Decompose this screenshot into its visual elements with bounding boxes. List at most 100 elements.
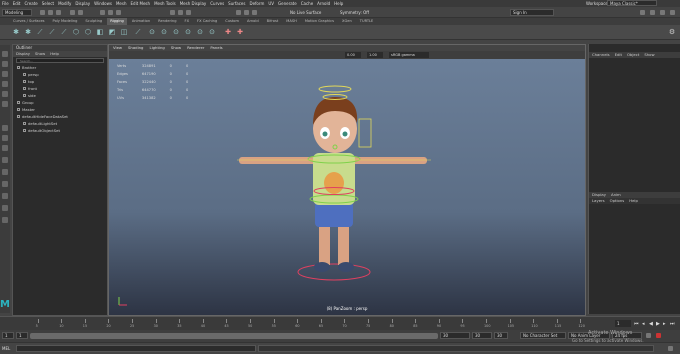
symmetry-label[interactable]: Symmetry: Off xyxy=(340,10,369,15)
constraint-point-icon[interactable]: ⊙ xyxy=(148,28,156,36)
outliner-item[interactable]: defaultHideFaceDataSet xyxy=(13,113,107,120)
workspace-select[interactable]: Maya Classic* xyxy=(607,0,657,6)
character-set-select[interactable]: No Character Set xyxy=(520,332,566,339)
orient-joint-icon[interactable]: ⟋ xyxy=(60,28,68,36)
script-language-label[interactable]: MEL xyxy=(2,346,10,351)
panel-toggle-2-icon[interactable] xyxy=(650,10,655,15)
menu-item-arnold[interactable]: Arnold xyxy=(317,1,330,6)
outliner-item[interactable]: Brother xyxy=(13,64,107,71)
range-bar[interactable] xyxy=(30,333,438,339)
outliner-item[interactable]: persp xyxy=(13,71,107,78)
paint-select-icon[interactable] xyxy=(2,71,8,77)
menu-item-display[interactable]: Display xyxy=(75,1,90,6)
cluster-icon[interactable]: ◩ xyxy=(108,28,116,36)
constraint-scale-icon[interactable]: ⊙ xyxy=(196,28,204,36)
layout-4-icon[interactable] xyxy=(2,193,8,199)
outliner-item[interactable]: side xyxy=(13,92,107,99)
rotate-tool-icon[interactable] xyxy=(2,91,8,97)
paint-weights-icon[interactable]: ⬡ xyxy=(84,28,92,36)
shelf-tab-poly-modeling[interactable]: Poly Modeling xyxy=(50,18,81,25)
constraint-orient-icon[interactable]: ⊙ xyxy=(160,28,168,36)
sign-in-button[interactable]: Sign In xyxy=(510,9,554,16)
outliner-menu-show[interactable]: Show xyxy=(35,51,45,57)
time-slider[interactable]: 5 10 15 20 25 30 35 40 45 50 55 60 65 70 75 80 85 90 95 100… xyxy=(0,316,680,330)
end-frame-2-field[interactable]: 30 xyxy=(494,332,508,339)
panel-toggle-icon[interactable] xyxy=(640,10,645,15)
menu-item-help[interactable]: Help xyxy=(334,1,343,6)
undo-icon[interactable] xyxy=(70,10,75,15)
menu-item-cache[interactable]: Cache xyxy=(301,1,313,6)
menu-item-uv[interactable]: UV xyxy=(268,1,274,6)
menu-item-curves[interactable]: Curves xyxy=(210,1,224,6)
menu-item-deform[interactable]: Deform xyxy=(249,1,264,6)
panel-toggle-3-icon[interactable] xyxy=(660,10,665,15)
channel-box-menu-edit[interactable]: Edit xyxy=(615,52,622,58)
select-component-icon[interactable] xyxy=(116,10,121,15)
render-icon[interactable] xyxy=(236,10,241,15)
script-editor-icon[interactable] xyxy=(668,346,673,351)
shelf-tab-arnold[interactable]: Arnold xyxy=(244,18,262,25)
lattice-icon[interactable]: ◫ xyxy=(120,28,128,36)
constraint-parent-icon[interactable]: ⊙ xyxy=(172,28,180,36)
outliner-item[interactable]: top xyxy=(13,78,107,85)
inner-start-field[interactable]: 1 xyxy=(16,332,28,339)
four-pane-icon[interactable] xyxy=(2,135,8,141)
render-settings-icon[interactable] xyxy=(252,10,257,15)
menu-item-modify[interactable]: Modify xyxy=(58,1,71,6)
lasso-tool-icon[interactable] xyxy=(2,61,8,67)
play-back-icon[interactable]: ◀ xyxy=(649,321,653,327)
shelf-tab-bifrost[interactable]: Bifrost xyxy=(264,18,282,25)
end-frame-field[interactable]: 30 xyxy=(472,332,492,339)
inner-end-field[interactable]: 30 xyxy=(440,332,470,339)
shelf-tab-curves-surfaces[interactable]: Curves / Surfaces xyxy=(10,18,48,25)
mirror-joint-icon[interactable]: ⟋ xyxy=(48,28,56,36)
layer-menu-help[interactable]: Help xyxy=(629,198,638,204)
layout-icon[interactable] xyxy=(2,157,8,163)
current-frame-field[interactable]: 1 xyxy=(615,320,631,327)
shelf-settings-icon[interactable]: ⚙ xyxy=(668,28,676,36)
menu-item-select[interactable]: Select xyxy=(42,1,54,6)
snap-point-icon[interactable] xyxy=(186,10,191,15)
layout-2-icon[interactable] xyxy=(2,169,8,175)
locator-2-icon[interactable]: ✚ xyxy=(236,28,244,36)
layer-menu-options[interactable]: Options xyxy=(610,198,625,204)
layout-3-icon[interactable] xyxy=(2,181,8,187)
shelf-tab-fx-caching[interactable]: FX Caching xyxy=(194,18,220,25)
scale-tool-icon[interactable] xyxy=(2,101,8,107)
menu-item-edit-mesh[interactable]: Edit Mesh xyxy=(131,1,151,6)
menu-item-generate[interactable]: Generate xyxy=(278,1,297,6)
step-back-icon[interactable]: ◂ xyxy=(642,321,645,327)
gamma-field[interactable]: 1.00 xyxy=(367,52,383,58)
menu-set-select[interactable]: Modeling xyxy=(2,9,32,16)
save-scene-icon[interactable] xyxy=(56,10,61,15)
deformer-icon[interactable]: ◧ xyxy=(96,28,104,36)
shelf-tab-fx[interactable]: FX xyxy=(182,18,193,25)
key-icon[interactable] xyxy=(646,333,651,338)
start-frame-field[interactable]: 1 xyxy=(2,332,14,339)
new-scene-icon[interactable] xyxy=(40,10,45,15)
menu-item-file[interactable]: File xyxy=(2,1,9,6)
outliner-search-input[interactable]: Search... xyxy=(16,58,104,63)
outliner-item[interactable]: defaultLightSet xyxy=(13,120,107,127)
live-surface-label[interactable]: No Live Surface xyxy=(290,10,321,15)
menu-item-surfaces[interactable]: Surfaces xyxy=(228,1,245,6)
channel-box-menu-show[interactable]: Show xyxy=(644,52,654,58)
outliner-menu-help[interactable]: Help xyxy=(50,51,59,57)
go-to-end-icon[interactable]: ⏭ xyxy=(670,321,675,327)
channel-box-menu-channels[interactable]: Channels xyxy=(592,52,610,58)
select-object-icon[interactable] xyxy=(108,10,113,15)
shelf-tab-sculpting[interactable]: Sculpting xyxy=(82,18,105,25)
joint-tool-icon[interactable]: ✱ xyxy=(12,28,20,36)
play-forward-icon[interactable]: ▶ xyxy=(656,321,660,327)
wrap-icon[interactable]: ⟋ xyxy=(134,28,142,36)
bind-skin-icon[interactable]: ⬡ xyxy=(72,28,80,36)
menu-item-mesh[interactable]: Mesh xyxy=(116,1,127,6)
shelf-tab-custom[interactable]: Custom xyxy=(222,18,242,25)
menu-item-edit[interactable]: Edit xyxy=(13,1,21,6)
color-space-select[interactable]: sRGB gamma xyxy=(389,52,429,58)
menu-item-windows[interactable]: Windows xyxy=(94,1,112,6)
outliner-item[interactable]: front xyxy=(13,85,107,92)
outliner-item[interactable]: defaultObjectSet xyxy=(13,127,107,134)
outliner-menu-display[interactable]: Display xyxy=(16,51,30,57)
single-pane-icon[interactable] xyxy=(2,125,8,131)
